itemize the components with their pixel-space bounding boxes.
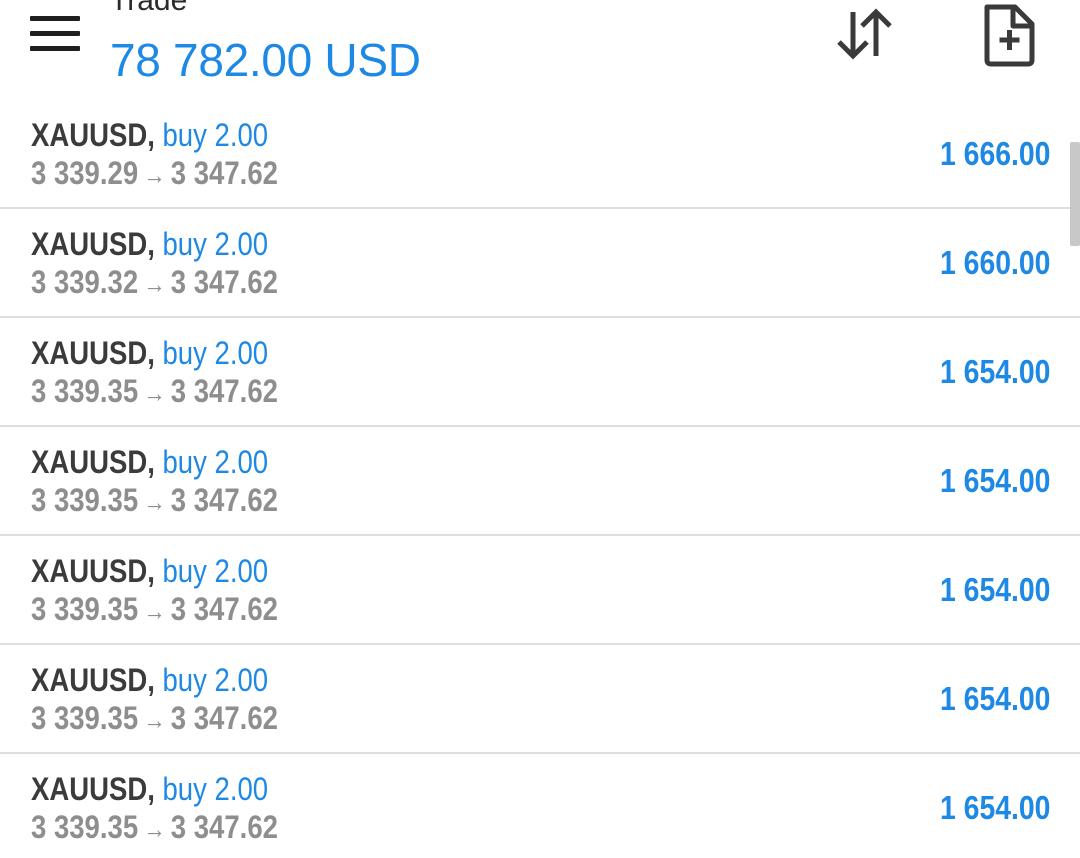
symbol-label: XAUUSD [31,226,148,262]
open-price: 3 339.35 [31,700,139,736]
position-title: XAUUSD, buy 2.00 [31,552,268,590]
position-title: XAUUSD, buy 2.00 [31,116,268,154]
menu-button[interactable] [22,10,86,58]
symbol-separator: , [147,226,163,262]
open-price: 3 339.32 [31,264,139,300]
menu-icon-bar [30,16,80,21]
open-price: 3 339.35 [31,482,139,518]
symbol-label: XAUUSD [31,662,148,698]
page-title: Trade [110,0,188,17]
price-range: 3 339.35 → 3 347.62 [31,808,278,848]
price-range: 3 339.32 → 3 347.62 [31,263,278,303]
open-price: 3 339.29 [31,155,139,191]
symbol-separator: , [147,117,163,153]
price-range: 3 339.29 → 3 347.62 [31,154,278,194]
arrow-right-icon: → [143,705,166,735]
symbol-separator: , [147,771,163,807]
open-price: 3 339.35 [31,591,139,627]
arrow-right-icon: → [143,814,166,844]
position-title: XAUUSD, buy 2.00 [31,770,268,808]
trade-row[interactable]: XAUUSD, buy 2.00 3 339.35 → 3 347.62 1 654… [0,536,1080,645]
current-price: 3 347.62 [170,264,278,300]
current-price: 3 347.62 [170,373,278,409]
trade-row[interactable]: XAUUSD, buy 2.00 3 339.35 → 3 347.62 1 654… [0,427,1080,536]
profit-value: 1 654.00 [939,353,1050,390]
arrow-right-icon: → [143,378,166,408]
new-document-plus-icon [984,4,1035,67]
new-order-button[interactable] [976,2,1042,68]
order-type-label: buy 2.00 [162,335,269,371]
arrow-right-icon: → [143,269,166,299]
position-title: XAUUSD, buy 2.00 [31,443,268,481]
trade-screen: Trade 78 782.00 USD XAUUSD, buy 2.00 3 3… [0,0,1080,858]
symbol-separator: , [147,553,163,589]
symbol-separator: , [147,662,163,698]
profit-value: 1 666.00 [939,135,1050,172]
current-price: 3 347.62 [170,482,278,518]
profit-value: 1 654.00 [939,789,1050,826]
open-price: 3 339.35 [31,373,139,409]
symbol-label: XAUUSD [31,444,148,480]
trade-row[interactable]: XAUUSD, buy 2.00 3 339.32 → 3 347.62 1 660… [0,209,1080,318]
arrow-right-icon: → [143,596,166,626]
profit-value: 1 654.00 [939,571,1050,608]
price-range: 3 339.35 → 3 347.62 [31,699,278,739]
trade-row[interactable]: XAUUSD, buy 2.00 3 339.35 → 3 347.62 1 654… [0,754,1080,858]
order-type-label: buy 2.00 [162,771,269,807]
menu-icon-bar [30,31,80,36]
account-balance: 78 782.00 USD [110,34,421,86]
profit-value: 1 654.00 [939,462,1050,499]
current-price: 3 347.62 [170,591,278,627]
order-type-label: buy 2.00 [162,444,269,480]
current-price: 3 347.62 [170,155,278,191]
current-price: 3 347.62 [170,809,278,845]
symbol-separator: , [147,335,163,371]
trade-row[interactable]: XAUUSD, buy 2.00 3 339.35 → 3 347.62 1 654… [0,645,1080,754]
profit-value: 1 654.00 [939,680,1050,717]
price-range: 3 339.35 → 3 347.62 [31,372,278,412]
menu-icon-bar [30,46,80,51]
symbol-separator: , [147,444,163,480]
order-type-label: buy 2.00 [162,662,269,698]
price-range: 3 339.35 → 3 347.62 [31,590,278,630]
sort-button[interactable] [830,4,900,64]
open-price: 3 339.35 [31,809,139,845]
order-type-label: buy 2.00 [162,553,269,589]
position-title: XAUUSD, buy 2.00 [31,225,268,263]
arrow-right-icon: → [143,487,166,517]
trade-row[interactable]: XAUUSD, buy 2.00 3 339.35 → 3 347.62 1 654… [0,318,1080,427]
list-scrollbar[interactable] [1070,142,1080,246]
order-type-label: buy 2.00 [162,117,269,153]
symbol-label: XAUUSD [31,117,148,153]
symbol-label: XAUUSD [31,335,148,371]
trade-row[interactable]: XAUUSD, buy 2.00 3 339.29 → 3 347.62 1 666… [0,100,1080,209]
profit-value: 1 660.00 [939,244,1050,281]
app-header: Trade 78 782.00 USD [0,0,1080,100]
order-type-label: buy 2.00 [162,226,269,262]
position-title: XAUUSD, buy 2.00 [31,334,268,372]
arrow-right-icon: → [143,160,166,190]
current-price: 3 347.62 [170,700,278,736]
symbol-label: XAUUSD [31,771,148,807]
symbol-label: XAUUSD [31,553,148,589]
position-title: XAUUSD, buy 2.00 [31,661,268,699]
sort-arrows-icon [837,8,892,60]
price-range: 3 339.35 → 3 347.62 [31,481,278,521]
open-positions-list: XAUUSD, buy 2.00 3 339.29 → 3 347.62 1 666… [0,100,1080,858]
